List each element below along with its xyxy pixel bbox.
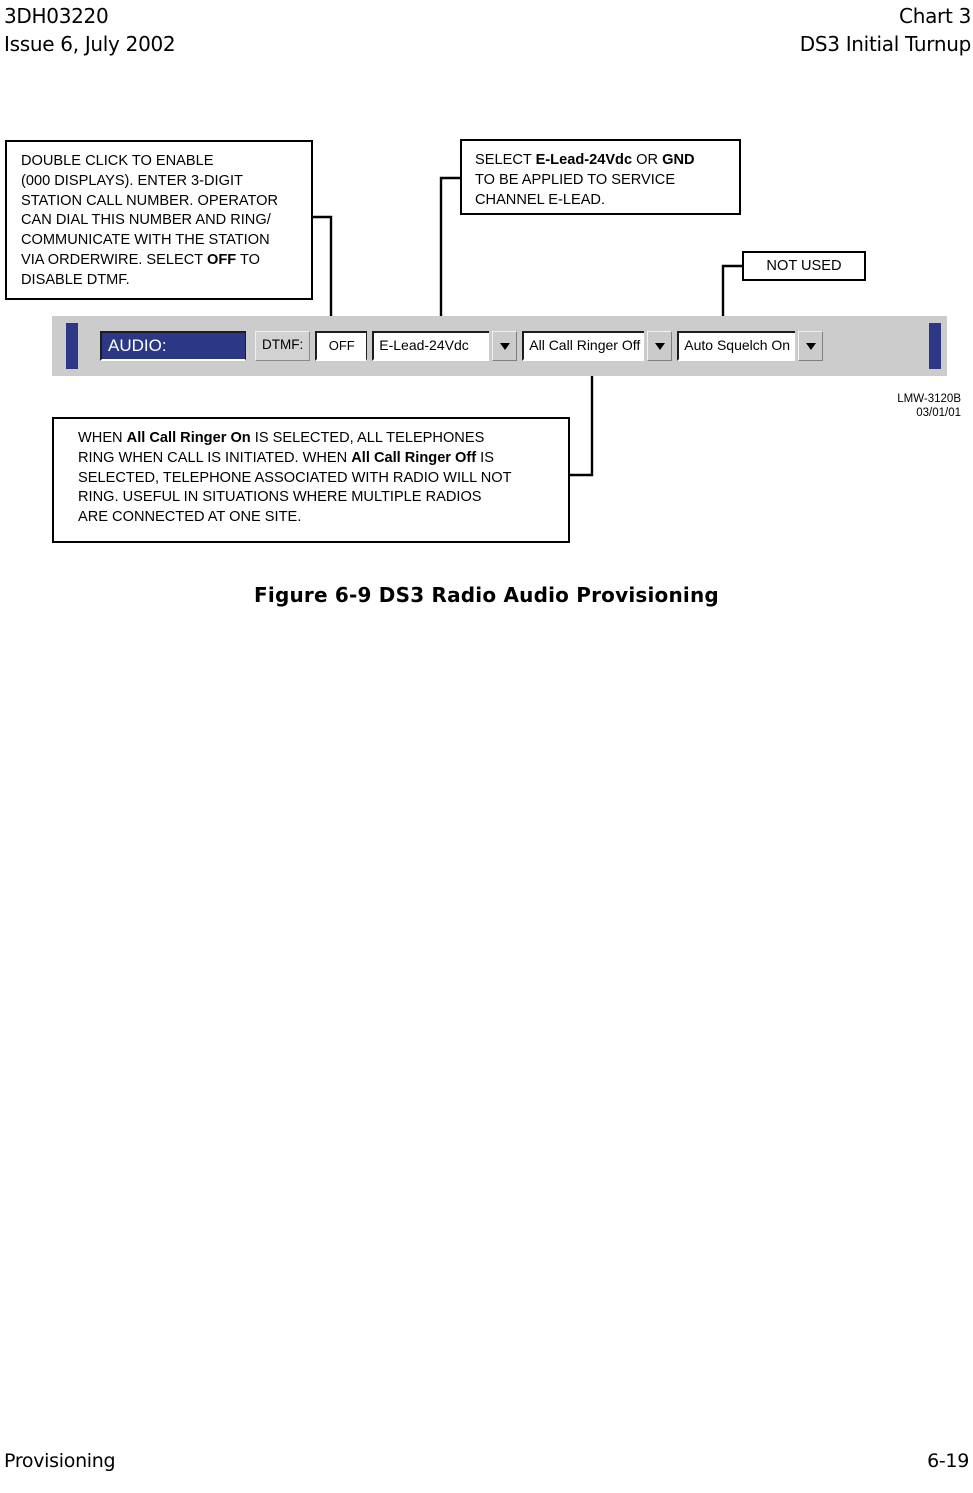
e-lead-callout-line-1-mid: OR [632,152,663,168]
document-issue: Issue 6, July 2002 [4,32,176,56]
ringer-callout-line-3: SELECTED, TELEPHONE ASSOCIATED WITH RADI… [78,469,512,486]
panel-accent-bar-left [66,323,78,369]
e-lead-callout-line-2: TO BE APPLIED TO SERVICE [475,171,676,188]
audio-provisioning-panel: AUDIO: DTMF: OFF E-Lead-24Vdc All Call R… [52,316,947,376]
dtmf-callout-line-3: STATION CALL NUMBER. OPERATOR [21,192,279,209]
panel-accent-bar-right [929,323,941,369]
all-call-ringer-select-arrow[interactable] [647,331,673,361]
chevron-down-icon [654,342,665,350]
e-lead-select-value[interactable]: E-Lead-24Vdc [372,331,490,361]
e-lead-callout-gnd-emphasis: GND [662,152,695,168]
ringer-callout-line-1: WHEN All Call Ringer On IS SELECTED, ALL… [78,429,560,449]
header-left-block: 3DH03220 Issue 6, July 2002 [4,2,176,58]
page-footer: Provisioning 6-19 [0,1450,973,1480]
auto-squelch-select-arrow[interactable] [798,331,824,361]
all-call-ringer-callout: WHEN All Call Ringer On IS SELECTED, ALL… [52,417,570,543]
ringer-callout-line-1-pre: WHEN [78,430,127,446]
footer-section-name: Provisioning [4,1450,116,1472]
dtmf-callout-line-4: CAN DIAL THIS NUMBER AND RING/ [21,212,271,229]
dtmf-callout-line-1: DOUBLE CLICK TO ENABLE [21,153,214,169]
dtmf-value-field[interactable]: OFF [315,331,368,361]
ringer-callout-line-5: ARE CONNECTED AT ONE SITE. [78,509,302,526]
e-lead-callout-elead-emphasis: E-Lead-24Vdc [535,152,633,168]
auto-squelch-select[interactable]: Auto Squelch On [677,331,824,361]
e-lead-select-arrow[interactable] [492,331,518,361]
page-header: 3DH03220 Issue 6, July 2002 Chart 3 DS3 … [0,0,973,70]
e-lead-callout-line-1: SELECT E-Lead-24Vdc OR GND [475,151,731,171]
chevron-down-icon [499,342,510,350]
not-used-callout: NOT USED [742,251,866,281]
ringer-callout-line-2-pre: RING WHEN CALL IS INITIATED. WHEN [78,449,352,466]
header-right-block: Chart 3 DS3 Initial Turnup [799,2,972,58]
dtmf-callout-line-7: DISABLE DTMF. [21,271,130,288]
dtmf-label: DTMF: [255,331,311,361]
e-lead-select[interactable]: E-Lead-24Vdc [372,331,518,361]
auto-squelch-select-value[interactable]: Auto Squelch On [677,331,796,361]
drawing-credit: LMW-3120B 03/01/01 [897,392,961,420]
ringer-callout-off-emphasis: All Call Ringer Off [351,449,477,466]
dtmf-callout-line-2: (000 DISPLAYS). ENTER 3-DIGIT [21,172,243,189]
chart-subtitle: DS3 Initial Turnup [799,32,972,56]
e-lead-callout-line-1-pre: SELECT [475,152,536,168]
drawing-date: 03/01/01 [916,407,961,419]
document-number: 3DH03220 [4,4,109,28]
dtmf-callout: DOUBLE CLICK TO ENABLE (000 DISPLAYS). E… [5,140,313,300]
chevron-down-icon [805,342,816,350]
audio-section-title: AUDIO: [100,331,246,361]
ringer-callout-line-2: RING WHEN CALL IS INITIATED. WHEN All Ca… [78,449,560,469]
footer-page-number: 6-19 [927,1450,969,1472]
all-call-ringer-select[interactable]: All Call Ringer Off [522,331,673,361]
dtmf-callout-line-5: COMMUNICATE WITH THE STATION [21,232,270,249]
ringer-callout-line-1-post: IS SELECTED, ALL TELEPHONES [250,430,485,446]
chart-number: Chart 3 [899,4,971,28]
e-lead-callout-line-3: CHANNEL E-LEAD. [475,191,606,208]
not-used-callout-text: NOT USED [766,258,842,274]
dtmf-callout-line-6: VIA ORDERWIRE. SELECT OFF TO [21,251,303,271]
audio-panel-control-row: AUDIO: DTMF: OFF E-Lead-24Vdc All Call R… [100,331,824,361]
e-lead-callout: SELECT E-Lead-24Vdc OR GND TO BE APPLIED… [460,139,741,215]
drawing-number: LMW-3120B [897,393,961,405]
ringer-callout-on-emphasis: All Call Ringer On [126,430,251,446]
dtmf-callout-line-6-pre: VIA ORDERWIRE. SELECT [21,251,207,268]
dtmf-callout-line-6-post: TO [236,251,260,268]
figure-caption: Figure 6-9 DS3 Radio Audio Provisioning [254,583,719,607]
dtmf-callout-off-emphasis: OFF [206,251,237,268]
ringer-callout-line-2-post: IS [476,449,494,466]
all-call-ringer-select-value[interactable]: All Call Ringer Off [522,331,645,361]
ringer-callout-line-4: RING. USEFUL IN SITUATIONS WHERE MULTIPL… [78,489,482,506]
